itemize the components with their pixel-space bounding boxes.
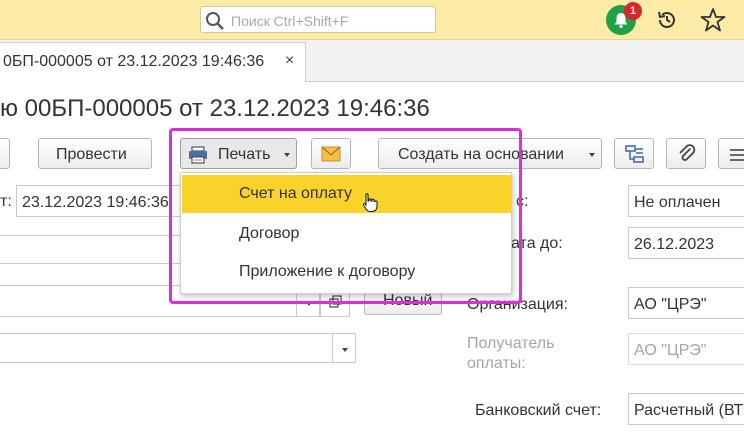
more-actions-button[interactable]: [718, 138, 744, 169]
recipient-field: АО "ЦРЭ": [628, 333, 744, 365]
history-icon[interactable]: [655, 8, 679, 32]
bank-account-field[interactable]: Расчетный (ВТ: [628, 393, 744, 425]
print-menu: Счет на оплату Договор Приложение к дого…: [180, 172, 512, 294]
recipient-label: Получатель оплаты:: [467, 335, 555, 372]
post-button[interactable]: Провести: [38, 138, 152, 169]
contractor-field[interactable]: [0, 235, 182, 264]
attach-files-button[interactable]: [666, 138, 706, 169]
tab-title: 0БП-000005 от 23.12.2023 19:46:36: [3, 53, 265, 70]
organization-field[interactable]: АО "ЦРЭ": [628, 287, 744, 319]
pay-until-field[interactable]: 26.12.2023: [628, 227, 744, 259]
document-tab[interactable]: 0БП-000005 от 23.12.2023 19:46:36 ×: [0, 42, 306, 83]
star-icon[interactable]: [700, 7, 726, 33]
date-label: т:: [0, 193, 12, 210]
page-title: ю 00БП-000005 от 23.12.2023 19:46:36: [0, 95, 430, 122]
menu-item-contract-appendix[interactable]: Приложение к договору: [182, 253, 511, 291]
search-input[interactable]: Поиск Ctrl+Shift+F: [200, 6, 436, 33]
bank-account-select[interactable]: [0, 333, 356, 363]
menu-item-contract[interactable]: Договор: [182, 215, 511, 253]
partial-button-left[interactable]: [0, 138, 10, 169]
bank-account-label: Банковский счет:: [475, 402, 602, 419]
menu-item-invoice[interactable]: Счет на оплату: [182, 175, 511, 213]
chevron-down-icon: [589, 153, 595, 157]
bank-account-dropdown-button[interactable]: [332, 333, 356, 363]
search-placeholder: Поиск Ctrl+Shift+F: [231, 13, 349, 29]
paperclip-icon: [679, 144, 696, 161]
tab-strip: 0БП-000005 от 23.12.2023 19:46:36 ×: [0, 40, 744, 83]
hand-cursor-icon: [362, 193, 378, 212]
top-bar: Поиск Ctrl+Shift+F 1: [0, 0, 744, 40]
search-icon: [206, 12, 224, 30]
close-icon[interactable]: ×: [285, 52, 294, 70]
document-structure-icon: [625, 145, 644, 163]
status-field[interactable]: Не оплачен: [628, 185, 744, 217]
structure-button[interactable]: [614, 138, 654, 169]
date-field[interactable]: 23.12.2023 19:46:36: [16, 185, 186, 217]
chevron-down-icon: [342, 348, 348, 352]
notification-count-badge: 1: [624, 2, 642, 20]
list-icon: [730, 149, 744, 161]
